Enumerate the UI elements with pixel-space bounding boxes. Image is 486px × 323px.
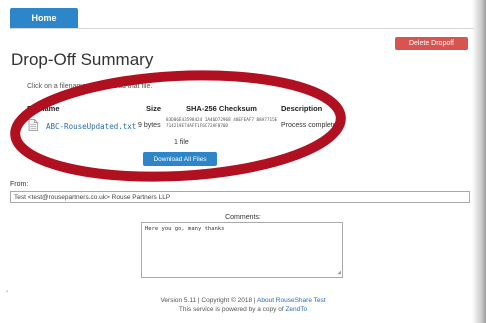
nav-divider <box>10 28 474 29</box>
home-tab[interactable]: Home <box>10 8 78 28</box>
file-size: 9 bytes <box>138 122 161 129</box>
download-all-button[interactable]: Download All Files <box>143 152 217 166</box>
comments-label: Comments: <box>225 214 261 221</box>
from-field[interactable]: Test <test@rousepartners.co.uk> Rouse Pa… <box>10 191 470 203</box>
about-link[interactable]: About RouseShare Test <box>257 297 326 304</box>
window-edge-shadow <box>472 0 486 323</box>
column-header-filename: Filename <box>27 104 60 113</box>
file-description: Process complete <box>281 122 337 129</box>
footer-powered: This service is powered by a copy of Zen… <box>0 306 486 313</box>
from-label: From: <box>10 181 29 188</box>
zendto-link[interactable]: ZendTo <box>285 306 307 313</box>
file-checksum: 83D06E43598424 1A46D72968 48EFEAF7 B8A77… <box>166 118 278 129</box>
delete-dropoff-button[interactable]: Delete Dropoff <box>395 37 468 50</box>
footer-powered-text: This service is powered by a copy of <box>178 306 286 313</box>
comments-text: Here you go, many thanks <box>145 226 225 232</box>
text-file-icon <box>28 119 38 131</box>
footer-version-text: Version 5.11 | Copyright © 2018 | <box>160 297 258 304</box>
footer-version: Version 5.11 | Copyright © 2018 | About … <box>0 297 486 304</box>
scroll-indicator-icon: › <box>6 289 8 295</box>
file-count: 1 file <box>174 139 189 146</box>
comments-textarea[interactable]: Here you go, many thanks ◢ <box>141 222 343 278</box>
column-header-description: Description <box>281 104 323 113</box>
download-instructions: Click on a filename to download that fil… <box>27 83 153 90</box>
file-link[interactable]: ABC-RouseUpdated.txt <box>46 122 136 131</box>
resize-handle-icon[interactable]: ◢ <box>337 270 341 276</box>
page-title: Drop-Off Summary <box>11 50 154 69</box>
column-header-checksum: SHA-256 Checksum <box>186 104 257 113</box>
column-header-size: Size <box>146 104 162 113</box>
